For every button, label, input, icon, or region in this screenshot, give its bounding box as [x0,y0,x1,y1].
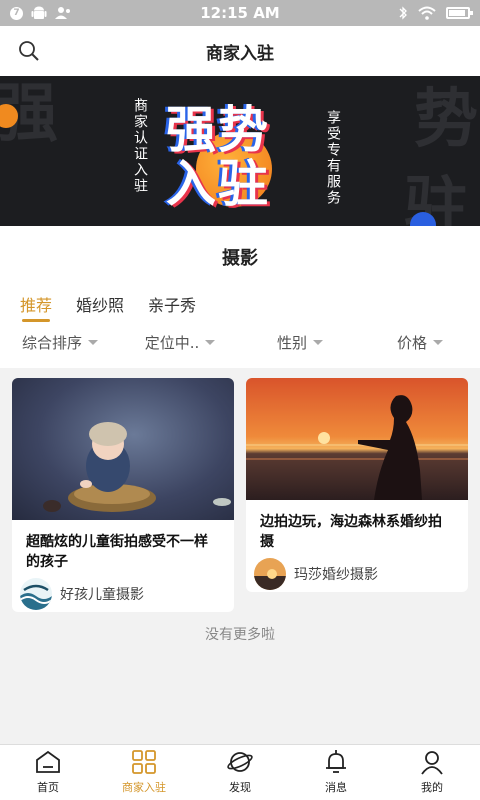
chevron-down-icon [205,340,216,345]
filter-location[interactable]: 定位中.. [120,332,240,353]
search-icon[interactable] [18,40,40,62]
card-image [246,378,468,500]
filter-gender-label: 性别 [276,334,307,352]
card-author-name: 玛莎婚纱摄影 [294,567,378,583]
banner-headline-line2: 入驻 [166,155,270,213]
battery-icon [446,7,473,19]
filter-gender[interactable]: 性别 [240,332,360,353]
nav-profile-label: 我的 [421,781,443,794]
filter-price[interactable]: 价格 [360,332,480,353]
card-image [12,378,234,520]
category-section: 摄影 推荐 婚纱照 亲子秀 综合排序 定位中.. 性别 价格 [0,226,480,368]
avatar [254,558,286,590]
nav-discover-label: 发现 [229,781,251,794]
no-more-text: 没有更多啦 [205,627,275,643]
chevron-down-icon [88,340,98,345]
filter-bar: 综合排序 定位中.. 性别 价格 [0,332,480,353]
avatar [20,578,52,610]
card-title: 边拍边玩，海边森林系婚纱拍摄 [260,514,442,550]
chevron-down-icon [433,340,443,345]
status-time: 12:15 AM [200,4,280,22]
content-card[interactable]: 边拍边玩，海边森林系婚纱拍摄 玛莎婚纱摄影 [246,378,468,592]
nav-merchant-label: 商家入驻 [122,781,166,794]
filter-sort[interactable]: 综合排序 [0,332,120,353]
nav-messages[interactable]: 消息 [288,745,384,800]
section-title: 摄影 [0,244,480,270]
card-author[interactable]: 好孩儿童摄影 [12,578,152,610]
tab-family-show[interactable]: 亲子秀 [148,292,196,316]
grid-icon [132,750,156,774]
nav-discover[interactable]: 发现 [192,745,288,800]
card-title: 超酷炫的儿童街拍感受不一样的孩子 [26,534,208,570]
bottom-nav: 首页 商家入驻 发现 消息 我的 [0,744,480,800]
nav-profile[interactable]: 我的 [384,745,480,800]
card-author-name: 好孩儿童摄影 [60,587,144,603]
filter-sort-label: 综合排序 [21,334,82,352]
banner-left-vertical-text: 商家认证入驻 [132,98,148,194]
chevron-down-icon [313,340,323,345]
banner-right-vertical-text: 享受专有服务 [325,110,341,206]
tab-recommend[interactable]: 推荐 [20,292,52,322]
home-icon [36,750,60,773]
banner-bg-char: 势 [414,83,478,157]
promo-banner[interactable]: 强 势 驻 商家认证入驻 强势 入驻 享受专有服务 [0,76,480,226]
nav-home-label: 首页 [37,781,59,794]
nav-merchant[interactable]: 商家入驻 [96,745,192,800]
category-tabs: 推荐 婚纱照 亲子秀 [20,292,196,322]
planet-icon [227,752,253,772]
filter-price-label: 价格 [396,334,427,352]
status-bar: 7 12:15 AM [0,0,480,26]
page-title: 商家入驻 [206,43,274,64]
user-icon [421,751,443,775]
filter-location-label: 定位中.. [144,334,200,352]
bell-icon [326,750,346,773]
card-author[interactable]: 玛莎婚纱摄影 [246,558,386,590]
nav-messages-label: 消息 [325,781,347,794]
top-header: 商家入驻 [0,26,480,76]
nav-home[interactable]: 首页 [0,745,96,800]
content-card[interactable]: 超酷炫的儿童街拍感受不一样的孩子 好孩儿童摄影 [12,378,234,612]
tab-wedding-photo[interactable]: 婚纱照 [76,292,124,316]
